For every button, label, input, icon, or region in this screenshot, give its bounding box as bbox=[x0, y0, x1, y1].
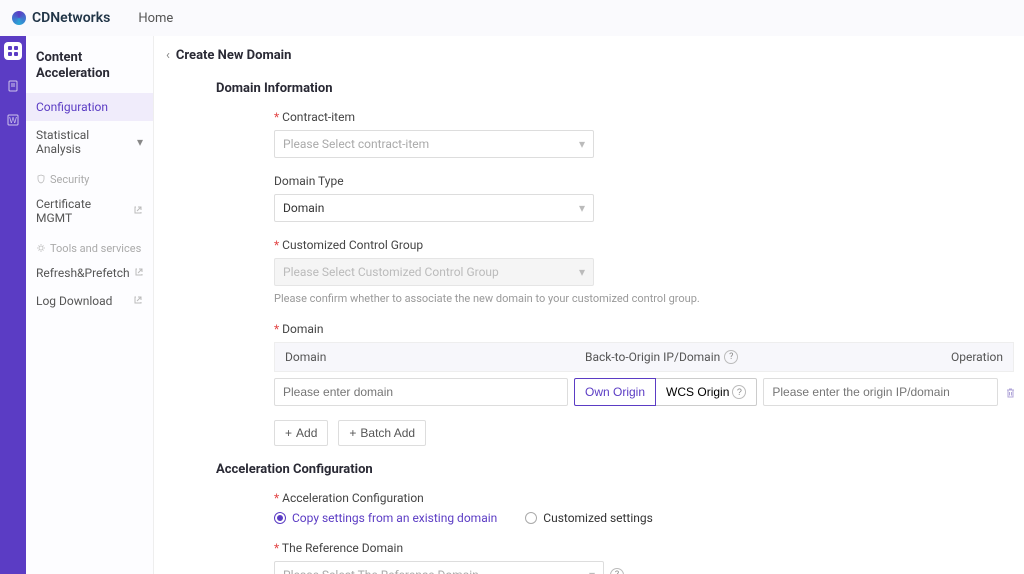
chevron-down-icon: ▾ bbox=[579, 137, 585, 151]
col-operation: Operation bbox=[933, 343, 1013, 371]
input-domain[interactable] bbox=[274, 378, 568, 406]
chevron-down-icon: ▾ bbox=[579, 201, 585, 215]
sidebar-section-security-label: Security bbox=[50, 173, 89, 186]
sidebar-item-log[interactable]: Log Download bbox=[26, 287, 153, 315]
sidebar-item-configuration[interactable]: Configuration bbox=[26, 93, 153, 121]
page-header: ‹ Create New Domain bbox=[166, 36, 1024, 73]
brand-logo-icon bbox=[12, 11, 26, 25]
domain-table: Domain Back-to-Origin IP/Domain ? Operat… bbox=[274, 342, 1014, 412]
rail-doc-icon[interactable] bbox=[5, 78, 21, 94]
radio-dot-icon bbox=[525, 512, 537, 524]
select-ccg-placeholder: Please Select Customized Control Group bbox=[283, 265, 499, 279]
help-icon[interactable]: ? bbox=[724, 350, 738, 364]
rail-w-icon[interactable]: W bbox=[5, 112, 21, 128]
input-origin[interactable] bbox=[763, 378, 998, 406]
plus-icon: + bbox=[285, 426, 292, 440]
label-contract-item: Contract-item bbox=[274, 110, 994, 124]
radio-dot-icon bbox=[274, 512, 286, 524]
domain-table-head: Domain Back-to-Origin IP/Domain ? Operat… bbox=[274, 342, 1014, 372]
label-domain: Domain bbox=[274, 322, 1014, 336]
label-accel-config: Acceleration Configuration bbox=[274, 491, 994, 505]
sidebar-section-security: Security bbox=[26, 163, 153, 190]
top-bar: CDNetworks Home bbox=[0, 0, 1024, 36]
external-link-icon bbox=[133, 204, 143, 218]
radio-copy-settings[interactable]: Copy settings from an existing domain bbox=[274, 511, 497, 525]
sidebar-item-refresh[interactable]: Refresh&Prefetch bbox=[26, 259, 153, 287]
help-icon: ? bbox=[732, 385, 746, 399]
external-link-icon bbox=[133, 294, 143, 308]
sidebar-label-log: Log Download bbox=[36, 294, 112, 308]
page-title: Create New Domain bbox=[176, 48, 291, 63]
section-domain-info: Domain Information bbox=[216, 81, 1014, 96]
chevron-down-icon: ▾ bbox=[589, 568, 595, 574]
sidebar: Content Acceleration Configuration Stati… bbox=[26, 36, 154, 574]
select-domain-type[interactable]: Domain ▾ bbox=[274, 194, 594, 222]
label-ccg: Customized Control Group bbox=[274, 238, 994, 252]
chevron-down-icon: ▾ bbox=[579, 265, 585, 279]
external-link-icon bbox=[134, 266, 144, 280]
help-ccg: Please confirm whether to associate the … bbox=[274, 291, 704, 306]
brand: CDNetworks bbox=[12, 10, 110, 26]
gear-icon bbox=[36, 243, 46, 253]
sidebar-title: Content Acceleration bbox=[26, 46, 153, 93]
sidebar-label-certificate: Certificate MGMT bbox=[36, 197, 129, 225]
btn-add-label: Add bbox=[296, 426, 317, 440]
col-origin: Back-to-Origin IP/Domain bbox=[585, 350, 720, 364]
sidebar-label-statistical: Statistical Analysis bbox=[36, 128, 137, 156]
main-content: ‹ Create New Domain Domain Information C… bbox=[154, 36, 1024, 574]
rail-apps-icon[interactable] bbox=[4, 42, 22, 60]
label-ref-domain: The Reference Domain bbox=[274, 541, 994, 555]
radio-customized-settings[interactable]: Customized settings bbox=[525, 511, 653, 525]
section-accel-config: Acceleration Configuration bbox=[216, 462, 1014, 477]
radio-group-accel: Copy settings from an existing domain Cu… bbox=[274, 511, 994, 525]
nav-home[interactable]: Home bbox=[138, 11, 173, 26]
btn-wcs-origin-label: WCS Origin bbox=[666, 385, 729, 399]
label-domain-type: Domain Type bbox=[274, 174, 994, 188]
help-icon[interactable]: ? bbox=[610, 568, 624, 574]
chevron-down-icon: ▾ bbox=[137, 135, 143, 149]
btn-own-origin[interactable]: Own Origin bbox=[574, 378, 656, 406]
app-rail: W bbox=[0, 36, 26, 574]
svg-text:W: W bbox=[9, 116, 17, 125]
domain-table-row: Own Origin WCS Origin ? bbox=[274, 372, 1014, 412]
radio-copy-label: Copy settings from an existing domain bbox=[292, 511, 497, 525]
sidebar-item-statistical[interactable]: Statistical Analysis ▾ bbox=[26, 121, 153, 163]
origin-type-toggle: Own Origin WCS Origin ? bbox=[574, 378, 757, 406]
brand-name: CDNetworks bbox=[32, 10, 110, 26]
btn-batch-add[interactable]: + Batch Add bbox=[338, 420, 426, 446]
sidebar-label-configuration: Configuration bbox=[36, 100, 108, 114]
plus-icon: + bbox=[349, 426, 356, 440]
radio-custom-label: Customized settings bbox=[543, 511, 653, 525]
sidebar-section-tools: Tools and services bbox=[26, 232, 153, 259]
select-domain-type-value: Domain bbox=[283, 201, 324, 215]
select-ccg[interactable]: Please Select Customized Control Group ▾ bbox=[274, 258, 594, 286]
select-contract-item[interactable]: Please Select contract-item ▾ bbox=[274, 130, 594, 158]
col-domain: Domain bbox=[275, 343, 575, 371]
shield-icon bbox=[36, 174, 46, 184]
sidebar-section-tools-label: Tools and services bbox=[50, 242, 141, 255]
back-chevron-icon[interactable]: ‹ bbox=[166, 48, 170, 63]
delete-icon[interactable] bbox=[1004, 386, 1017, 399]
sidebar-item-certificate[interactable]: Certificate MGMT bbox=[26, 190, 153, 232]
select-ref-domain-placeholder: Please Select The Reference Domain bbox=[283, 568, 479, 574]
select-contract-item-placeholder: Please Select contract-item bbox=[283, 137, 429, 151]
sidebar-label-refresh: Refresh&Prefetch bbox=[36, 266, 130, 280]
btn-wcs-origin[interactable]: WCS Origin ? bbox=[655, 378, 757, 406]
btn-batch-add-label: Batch Add bbox=[360, 426, 415, 440]
select-ref-domain[interactable]: Please Select The Reference Domain ▾ bbox=[274, 561, 604, 574]
btn-add[interactable]: + Add bbox=[274, 420, 328, 446]
